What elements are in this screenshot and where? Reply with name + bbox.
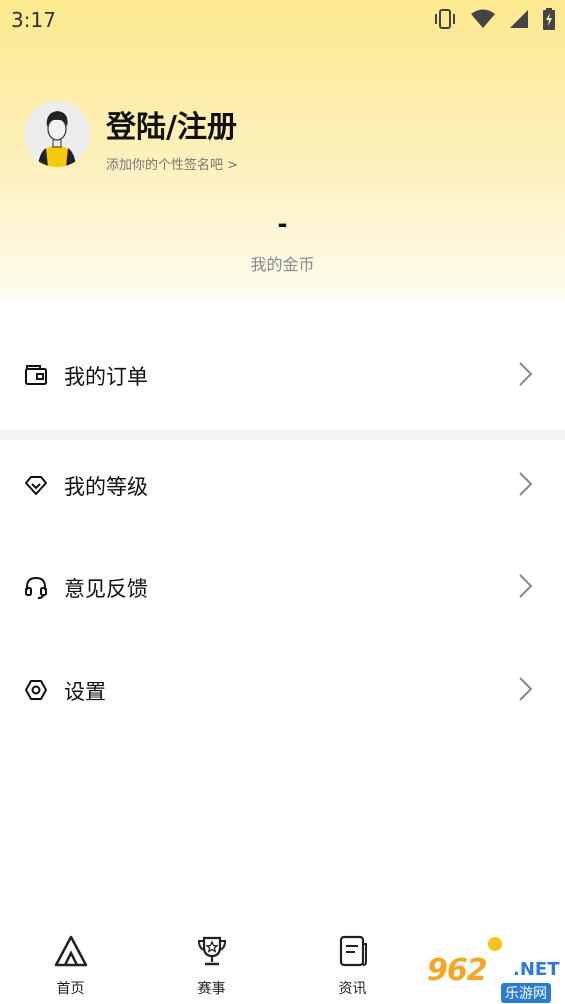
- watermark-dot: [488, 937, 502, 951]
- status-icons: [433, 8, 555, 30]
- home-logo-icon: [54, 935, 87, 967]
- nav-item-label: 赛事: [197, 981, 226, 997]
- nav-item-matches[interactable]: 赛事: [141, 920, 282, 1004]
- chevron-right-icon: [519, 677, 533, 701]
- status-time: 3:17: [11, 8, 56, 32]
- coins-label: 我的金币: [250, 255, 315, 274]
- chevron-right-icon: [519, 472, 533, 496]
- hexagon-settings-icon: [25, 680, 47, 700]
- signal-icon: [510, 10, 528, 28]
- menu-item-feedback[interactable]: 意见反馈: [0, 554, 565, 618]
- nav-item-news[interactable]: 资讯: [282, 920, 423, 1004]
- coins-value: -: [277, 210, 288, 238]
- battery-icon: [543, 8, 555, 30]
- vibrate-icon: [435, 9, 455, 29]
- avatar[interactable]: [24, 101, 90, 167]
- watermark-logo: 962 .NET 乐游网: [425, 935, 565, 1004]
- chevron-right-icon: [519, 574, 533, 598]
- section-divider: [0, 430, 565, 440]
- nav-item-label: 资讯: [338, 981, 367, 997]
- wifi-icon: [471, 9, 495, 28]
- nav-item-label: 首页: [56, 981, 85, 997]
- trophy-icon: [197, 936, 226, 966]
- menu-item-settings[interactable]: 设置: [0, 657, 565, 721]
- avatar-person-icon: [38, 111, 76, 167]
- menu-item-my-orders[interactable]: 我的订单: [0, 342, 565, 406]
- menu-item-label: 意见反馈: [64, 577, 148, 601]
- wallet-icon: [25, 365, 47, 385]
- login-register-link[interactable]: 登陆/注册: [106, 102, 237, 146]
- diamond-icon: [25, 476, 47, 495]
- signature-link[interactable]: 添加你的个性签名吧 >: [106, 154, 238, 173]
- chevron-right-icon: [519, 362, 533, 386]
- menu-item-my-level[interactable]: 我的等级: [0, 452, 565, 516]
- menu-item-label: 设置: [64, 680, 106, 704]
- news-icon: [339, 935, 367, 967]
- watermark-main-text: 962: [427, 953, 488, 988]
- status-bar: 3:17: [0, 0, 565, 38]
- nav-item-home[interactable]: 首页: [0, 920, 141, 1004]
- headset-icon: [25, 576, 47, 599]
- menu-item-label: 我的订单: [64, 365, 148, 389]
- watermark-net-text: .NET: [513, 959, 560, 980]
- watermark-sub-text: 乐游网: [501, 983, 551, 1003]
- menu-item-label: 我的等级: [64, 475, 148, 499]
